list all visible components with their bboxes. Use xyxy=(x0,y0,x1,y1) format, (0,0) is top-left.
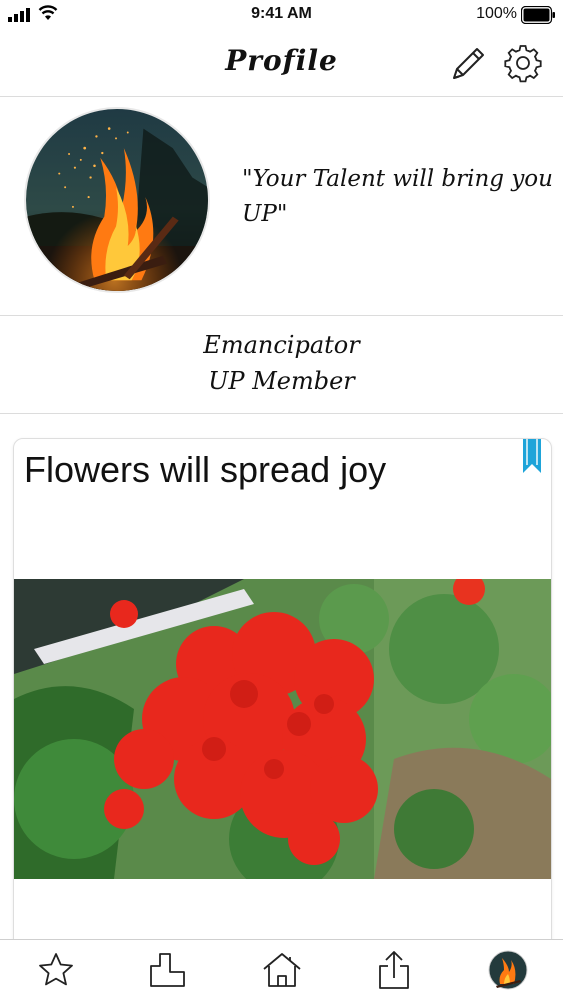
tab-favorites[interactable] xyxy=(34,948,78,992)
member-role: UP Member xyxy=(208,367,355,395)
pencil-icon xyxy=(453,48,484,79)
tab-profile[interactable] xyxy=(486,948,530,992)
tab-share[interactable] xyxy=(372,948,416,992)
puzzle-icon xyxy=(150,953,185,987)
tab-home[interactable] xyxy=(260,948,304,992)
status-bar: 9:41 AM 100% xyxy=(0,0,563,30)
post-card[interactable]: Flowers will spread joy xyxy=(13,438,552,960)
post-title: Flowers will spread joy xyxy=(24,449,387,490)
tab-bar xyxy=(0,939,563,1001)
member-info: Emancipator UP Member xyxy=(0,316,563,414)
bookmark-icon[interactable] xyxy=(521,439,543,475)
settings-button[interactable] xyxy=(502,42,544,84)
profile-quote: "Your Talent will bring you UP" xyxy=(242,166,553,227)
profile-avatar[interactable] xyxy=(24,107,210,293)
edit-button[interactable] xyxy=(448,42,490,84)
star-icon xyxy=(39,953,73,986)
campfire-photo xyxy=(26,109,208,291)
gear-icon xyxy=(504,45,542,83)
avatar-icon xyxy=(488,950,528,990)
tab-puzzle[interactable] xyxy=(146,948,190,992)
header: Profile xyxy=(0,30,563,97)
profile-section: "Your Talent will bring you UP" xyxy=(0,96,563,316)
battery-percentage: 100% xyxy=(476,5,517,22)
home-icon xyxy=(263,953,301,987)
battery-icon xyxy=(521,6,555,24)
red-geranium-photo xyxy=(14,579,551,879)
share-icon xyxy=(379,951,409,989)
member-name: Emancipator xyxy=(203,331,360,359)
